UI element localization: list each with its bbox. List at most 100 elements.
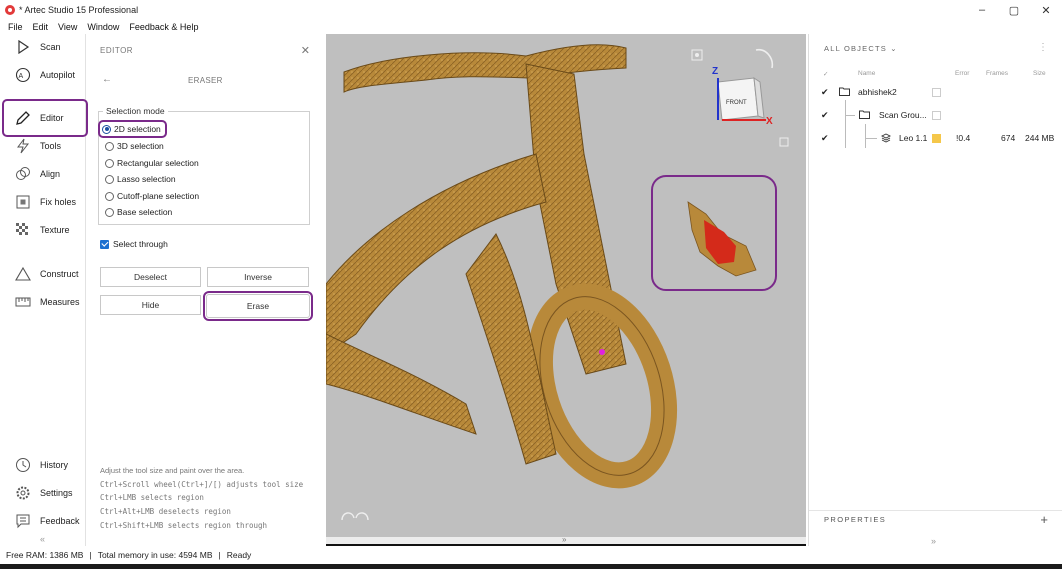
color-box-empty[interactable]	[932, 111, 941, 120]
radio-button[interactable]	[105, 158, 114, 168]
menu-window[interactable]: Window	[87, 22, 119, 32]
undo-icon[interactable]	[341, 512, 355, 521]
hint-line: Ctrl+Shift+LMB selects region through	[100, 521, 268, 530]
radio-label: 2D selection	[114, 124, 161, 134]
view-cube[interactable]	[717, 76, 766, 121]
menu-view[interactable]: View	[58, 22, 77, 32]
redo-icon[interactable]	[355, 512, 369, 521]
rotate-view-icon[interactable]	[755, 48, 774, 69]
visibility-check[interactable]: ✔	[821, 133, 829, 144]
status-separator: |	[89, 550, 92, 560]
fit-view-icon[interactable]	[691, 49, 703, 61]
add-property-icon[interactable]: +	[1040, 512, 1048, 527]
radio-lasso-selection[interactable]: Lasso selection	[105, 172, 176, 186]
scan-model-canvas[interactable]: Z X FRONT	[326, 34, 806, 537]
nav-item-measures[interactable]: Measures	[4, 290, 86, 314]
fix-holes-icon	[14, 193, 32, 211]
objects-panel: ALL OBJECTS ⌄ ⋮ ✓ Name Error Frames Size…	[808, 34, 1062, 546]
color-swatch[interactable]	[932, 134, 941, 143]
radio-button[interactable]	[105, 207, 114, 217]
small-cube-icon[interactable]	[779, 137, 789, 147]
folder-icon	[859, 110, 870, 121]
nav-label: Autopilot	[40, 70, 76, 80]
axis-x-label: X	[766, 116, 773, 127]
left-nav: Scan A Autopilot Editor Tools Align Fix …	[2, 34, 88, 546]
radio-base-selection[interactable]: Base selection	[105, 205, 172, 219]
radio-2d-selection[interactable]: 2D selection	[98, 120, 167, 138]
measures-icon	[14, 293, 32, 311]
align-icon	[14, 165, 32, 183]
menu-file[interactable]: File	[8, 22, 23, 32]
hint-line: Ctrl+LMB selects region	[100, 493, 204, 502]
expand-bottom-button[interactable]: »	[562, 535, 566, 544]
nav-item-scan[interactable]: Scan	[4, 35, 86, 59]
nav-item-construct[interactable]: Construct	[4, 262, 86, 286]
nav-label: History	[40, 460, 69, 470]
tool-title: ERASER	[188, 76, 223, 85]
radio-label: 3D selection	[117, 141, 164, 151]
axis-z-label: Z	[712, 66, 718, 77]
erase-button[interactable]: Erase	[203, 291, 313, 321]
nav-item-tools[interactable]: Tools	[4, 134, 86, 158]
object-row-leo[interactable]: ✔ Leo 1.1 !0.4 674 244 MB	[809, 132, 1062, 146]
expand-properties-button[interactable]: »	[931, 536, 936, 546]
object-name: Scan Grou...	[879, 110, 927, 120]
radio-button[interactable]	[102, 124, 111, 134]
nav-label: Construct	[40, 269, 79, 279]
nav-label: Measures	[40, 297, 80, 307]
back-button[interactable]: ←	[102, 74, 112, 85]
model-frame-bottom	[326, 333, 477, 435]
visibility-check[interactable]: ✔	[821, 110, 829, 121]
radio-rectangular-selection[interactable]: Rectangular selection	[105, 156, 199, 170]
select-through-checkbox[interactable]: Select through	[100, 239, 168, 249]
model-handlebar	[343, 44, 627, 93]
radio-3d-selection[interactable]: 3D selection	[105, 139, 164, 153]
tree-line	[845, 115, 855, 116]
object-row-abhishek2[interactable]: ✔ abhishek2	[809, 86, 1062, 100]
hide-button[interactable]: Hide	[100, 295, 201, 315]
maximize-button[interactable]: ▢	[998, 0, 1030, 20]
divider	[809, 510, 1062, 511]
visibility-check[interactable]: ✔	[821, 87, 829, 98]
object-row-scan-group[interactable]: ✔ Scan Grou...	[809, 109, 1062, 123]
tree-line	[865, 138, 877, 139]
radio-label: Lasso selection	[117, 174, 176, 184]
radio-button[interactable]	[105, 141, 114, 151]
inverse-button[interactable]: Inverse	[207, 267, 309, 287]
close-window-button[interactable]: ✕	[1030, 0, 1062, 20]
radio-button[interactable]	[105, 174, 114, 184]
color-box-empty[interactable]	[932, 88, 941, 97]
nav-label: Editor	[40, 113, 64, 123]
status-separator: |	[218, 550, 221, 560]
properties-header: PROPERTIES	[824, 515, 887, 524]
close-editor-button[interactable]: ✕	[301, 44, 310, 57]
3d-viewport[interactable]: Z X FRONT	[326, 34, 806, 537]
menu-feedback-help[interactable]: Feedback & Help	[129, 22, 198, 32]
minimize-button[interactable]: –	[966, 0, 998, 20]
editor-header: EDITOR	[100, 46, 134, 55]
nav-item-autopilot[interactable]: A Autopilot	[4, 63, 86, 87]
deselect-button[interactable]: Deselect	[100, 267, 201, 287]
checkbox-checked[interactable]	[100, 239, 109, 249]
object-name: Leo 1.1	[899, 133, 928, 143]
radio-button[interactable]	[105, 191, 114, 201]
autopilot-icon: A	[14, 66, 32, 84]
collapse-nav-button[interactable]: «	[40, 534, 45, 544]
nav-item-editor[interactable]: Editor	[2, 99, 88, 137]
menu-edit[interactable]: Edit	[33, 22, 49, 32]
nav-item-fix-holes[interactable]: Fix holes	[4, 190, 86, 214]
more-options-icon[interactable]: ⋮	[1038, 42, 1048, 53]
nav-item-align[interactable]: Align	[4, 162, 86, 186]
nav-item-texture[interactable]: Texture	[4, 218, 86, 242]
all-objects-header[interactable]: ALL OBJECTS ⌄	[824, 44, 898, 53]
nav-item-history[interactable]: History	[4, 453, 86, 477]
column-check: ✓	[823, 71, 829, 78]
radio-cutoff-plane-selection[interactable]: Cutoff-plane selection	[105, 189, 199, 203]
chevron-down-icon[interactable]: ⌄	[890, 44, 897, 53]
tools-icon	[14, 137, 32, 155]
object-name: abhishek2	[858, 87, 897, 97]
window-title: * Artec Studio 15 Professional	[19, 5, 139, 15]
nav-item-settings[interactable]: Settings	[4, 481, 86, 505]
column-error: Error	[955, 70, 970, 77]
nav-item-feedback[interactable]: Feedback	[4, 509, 86, 533]
